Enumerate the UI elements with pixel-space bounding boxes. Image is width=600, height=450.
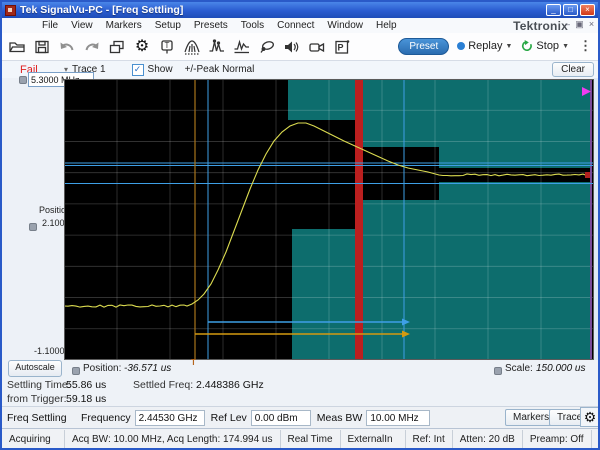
settling-plot[interactable]	[64, 79, 594, 360]
detection-mode-label: +/-Peak Normal	[184, 64, 255, 75]
close-button[interactable]: ×	[580, 4, 595, 16]
plot-right-gutter	[594, 78, 598, 360]
replay-caret-icon[interactable]: ▼	[505, 43, 512, 50]
show-checkbox[interactable]: ✓	[131, 63, 144, 76]
menu-bar: File View Markers Setup Presets Tools Connect W…	[2, 18, 598, 47]
status-segment: Atten: 20 dB	[453, 429, 523, 448]
stop-run-icon	[520, 39, 533, 53]
anchor-icon[interactable]	[29, 223, 37, 231]
trigger-mark[interactable]: T	[191, 358, 196, 367]
menu-item[interactable]: File	[42, 20, 58, 31]
svg-text:T: T	[165, 41, 170, 50]
clear-button[interactable]: Clear	[552, 62, 594, 77]
x-scale-value[interactable]: 150.000 us	[536, 363, 586, 374]
stop-control[interactable]: Stop ▼	[520, 39, 569, 53]
menu-item[interactable]: Markers	[106, 20, 142, 31]
menu-item[interactable]: Help	[376, 20, 397, 31]
probe-icon[interactable]	[256, 36, 278, 58]
status-segment: Acquiring	[2, 429, 65, 448]
status-segment: Preamp: Off	[523, 429, 592, 448]
status-segment: Ref: Int	[406, 429, 453, 448]
measurement-name: Freq Settling	[7, 412, 67, 424]
menu-item[interactable]: Tools	[241, 20, 264, 31]
from-trigger-value: 59.18 us	[66, 393, 107, 405]
status-segment: Real Time	[281, 429, 341, 448]
mdi-close-button[interactable]: ×	[587, 20, 596, 29]
preset-button[interactable]: Preset	[398, 37, 450, 55]
frequency-field[interactable]	[134, 410, 205, 426]
stop-caret-icon[interactable]: ▼	[562, 43, 569, 50]
title-bar[interactable]: Tek SignalVu-PC - [Freq Settling] _ □ ×	[2, 2, 598, 18]
save-icon[interactable]	[31, 36, 53, 58]
x-position-value[interactable]: -36.571 us	[124, 363, 171, 374]
anchor-icon[interactable]	[72, 367, 80, 375]
settling-time-value: 55.86 us	[66, 379, 107, 391]
status-bar: Acquiring Acq BW: 10.00 MHz, Acq Length: …	[2, 428, 598, 449]
ref-lev-field[interactable]	[250, 410, 311, 426]
minimize-button[interactable]: _	[546, 4, 561, 16]
from-trigger-label: from Trigger:	[7, 393, 67, 405]
settings-gear-icon[interactable]: ⚙	[131, 36, 153, 58]
anchor-icon[interactable]	[494, 367, 502, 375]
ref-lev-label: Ref Lev	[210, 412, 247, 424]
menu-item[interactable]: View	[71, 20, 93, 31]
menu-item[interactable]: Window	[327, 20, 363, 31]
open-icon[interactable]	[6, 36, 28, 58]
menu-item[interactable]: Connect	[277, 20, 314, 31]
app-window: Tek SignalVu-PC - [Freq Settling] _ □ × …	[0, 0, 600, 450]
app-icon	[5, 4, 16, 16]
maximize-button[interactable]: □	[563, 4, 578, 16]
plot-canvas	[64, 79, 594, 360]
menu-item[interactable]: Presets	[194, 20, 228, 31]
meas-bw-label: Meas BW	[316, 412, 363, 424]
settled-freq-value: 2.448386 GHz	[196, 379, 264, 391]
undo-icon[interactable]	[56, 36, 78, 58]
menu-items: File View Markers Setup Presets Tools Connect W…	[42, 20, 397, 31]
stop-label: Stop	[536, 40, 560, 52]
redo-icon[interactable]	[81, 36, 103, 58]
pulse-trace-icon[interactable]	[206, 36, 228, 58]
svg-text:P: P	[337, 42, 343, 52]
status-segment: Acq BW: 10.00 MHz, Acq Length: 174.994 u…	[65, 429, 281, 448]
playback-icon[interactable]: P	[331, 36, 353, 58]
mdi-minimize-button[interactable]: –	[563, 20, 572, 29]
more-options-icon[interactable]: ⋮	[577, 38, 594, 54]
displays-icon[interactable]	[106, 36, 128, 58]
measurement-settings-gear-icon[interactable]: ⚙	[580, 407, 598, 427]
anchor-icon[interactable]	[19, 76, 27, 84]
status-segments: Acquiring Acq BW: 10.00 MHz, Acq Length: …	[2, 429, 598, 449]
frequency-label: Frequency	[81, 412, 131, 424]
menu-item[interactable]: Setup	[155, 20, 181, 31]
settling-time-label: Settling Time:	[7, 379, 71, 391]
show-label: Show	[147, 64, 173, 75]
replay-icon	[457, 42, 466, 50]
settled-freq-label: Settled Freq:	[133, 379, 194, 391]
replay-control[interactable]: Replay ▼	[457, 40, 512, 52]
audio-icon[interactable]	[281, 36, 303, 58]
x-position-label: Position:	[83, 363, 122, 374]
camera-icon[interactable]	[306, 36, 328, 58]
mdi-restore-button[interactable]: ▣	[575, 20, 584, 29]
status-segment: TG: Off	[592, 430, 598, 449]
window-title: Tek SignalVu-PC - [Freq Settling]	[20, 4, 184, 16]
settling-trace-icon[interactable]	[231, 36, 253, 58]
tektronix-logo: Tektronix	[513, 19, 568, 33]
autoscale-button[interactable]: Autoscale	[8, 360, 62, 377]
replay-label: Replay	[468, 40, 503, 52]
x-scale-label: Scale:	[505, 363, 533, 374]
marker-tag-icon[interactable]: T	[156, 36, 178, 58]
status-segment: ExternalIn	[341, 429, 406, 448]
meas-bw-field[interactable]	[366, 410, 431, 426]
spectrogram-icon[interactable]	[181, 36, 203, 58]
